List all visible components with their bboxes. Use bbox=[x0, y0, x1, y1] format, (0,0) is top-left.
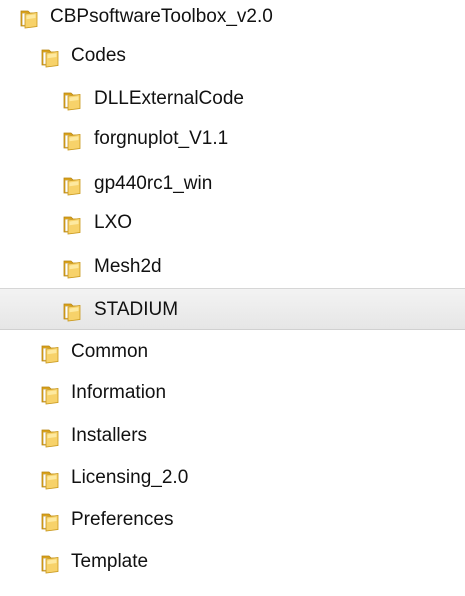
folder-icon bbox=[40, 468, 62, 490]
folder-icon bbox=[40, 510, 62, 532]
tree-item-installers[interactable]: Installers bbox=[0, 415, 465, 457]
tree-item-gp440rc1-win[interactable]: gp440rc1_win bbox=[0, 163, 465, 205]
folder-tree: CBPsoftwareToolbox_v2.0 Codes DLLExternalC… bbox=[0, 0, 465, 596]
tree-item-label: Template bbox=[71, 551, 149, 572]
tree-item-template[interactable]: Template bbox=[0, 541, 465, 583]
folder-icon bbox=[19, 7, 41, 29]
tree-item-label: Mesh2d bbox=[94, 256, 162, 277]
tree-item-label: forgnuplot_V1.1 bbox=[94, 128, 229, 149]
tree-item-forgnuplot-v1-1[interactable]: forgnuplot_V1.1 bbox=[0, 118, 465, 160]
tree-item-cbpsoftwaretoolbox-v2-0[interactable]: CBPsoftwareToolbox_v2.0 bbox=[0, 0, 465, 38]
tree-item-label: Preferences bbox=[71, 509, 174, 530]
tree-item-licensing-2-0[interactable]: Licensing_2.0 bbox=[0, 457, 465, 499]
tree-item-label: STADIUM bbox=[94, 299, 179, 320]
tree-item-information[interactable]: Information bbox=[0, 372, 465, 414]
folder-icon bbox=[62, 213, 84, 235]
tree-item-codes[interactable]: Codes bbox=[0, 35, 465, 77]
tree-item-preferences[interactable]: Preferences bbox=[0, 499, 465, 541]
folder-icon bbox=[40, 552, 62, 574]
tree-item-label: CBPsoftwareToolbox_v2.0 bbox=[50, 6, 273, 27]
folder-icon bbox=[40, 46, 62, 68]
tree-item-label: LXO bbox=[94, 212, 133, 233]
folder-icon bbox=[40, 383, 62, 405]
folder-icon bbox=[62, 300, 84, 322]
tree-item-dllexternalcode[interactable]: DLLExternalCode bbox=[0, 78, 465, 120]
tree-item-label: gp440rc1_win bbox=[94, 173, 213, 194]
folder-icon bbox=[62, 174, 84, 196]
tree-item-common[interactable]: Common bbox=[0, 331, 465, 373]
folder-icon bbox=[62, 89, 84, 111]
tree-item-stadium[interactable]: STADIUM bbox=[0, 288, 465, 330]
tree-item-label: Installers bbox=[71, 425, 148, 446]
tree-item-label: Licensing_2.0 bbox=[71, 467, 189, 488]
folder-icon bbox=[40, 426, 62, 448]
tree-item-mesh2d[interactable]: Mesh2d bbox=[0, 246, 465, 288]
tree-item-label: DLLExternalCode bbox=[94, 88, 244, 109]
folder-icon bbox=[40, 342, 62, 364]
tree-item-label: Information bbox=[71, 382, 167, 403]
tree-item-label: Codes bbox=[71, 45, 126, 66]
tree-item-lxo[interactable]: LXO bbox=[0, 202, 465, 244]
tree-item-label: Common bbox=[71, 341, 149, 362]
folder-icon bbox=[62, 257, 84, 279]
folder-icon bbox=[62, 129, 84, 151]
